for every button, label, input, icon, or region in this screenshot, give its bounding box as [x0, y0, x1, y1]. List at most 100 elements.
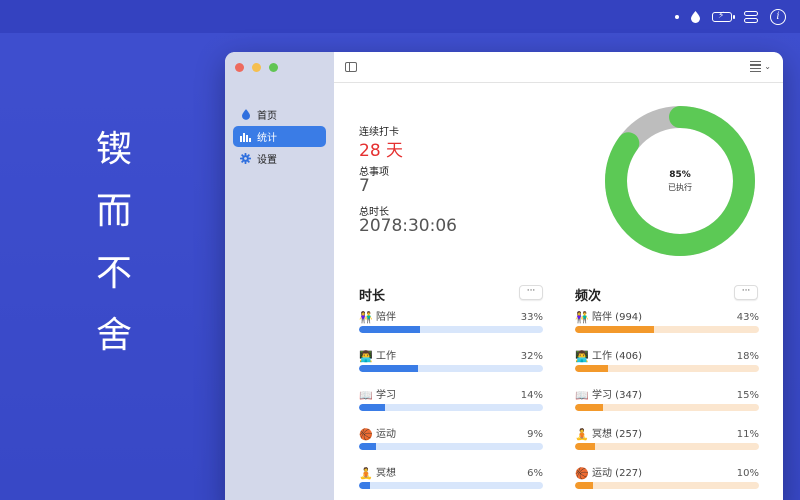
row-label: 陪伴 (994) [592, 312, 643, 323]
book-icon: 📖 [359, 389, 373, 402]
row-percent: 9% [527, 429, 543, 440]
couple-icon: 👫 [575, 311, 589, 324]
drop-icon [240, 109, 251, 120]
list-item[interactable]: 🏀 运动 9% [359, 428, 543, 467]
sidebar: 首页 统计 设置 [225, 52, 334, 500]
list-item[interactable]: 👨‍💻 工作 (406) 18% [575, 350, 759, 389]
duration-more-button[interactable]: ··· [519, 285, 543, 300]
row-percent: 18% [736, 351, 759, 362]
app-window: 首页 统计 设置 ⌄ 连续打卡 28 天 总事项 7 总时长 2078:30:0… [225, 52, 783, 500]
progress-bar [359, 365, 543, 372]
progress-bar [359, 404, 543, 411]
duration-value: 2078:30:06 [359, 216, 457, 236]
progress-fill [359, 326, 420, 333]
progress-fill [359, 443, 376, 450]
zoom-button[interactable] [269, 63, 278, 72]
row-percent: 14% [520, 390, 543, 401]
progress-fill [575, 443, 596, 450]
close-button[interactable] [235, 63, 244, 72]
view-options-button[interactable]: ⌄ [750, 61, 771, 73]
frequency-list: 👫 陪伴 (994) 43% 👨‍💻 工作 (406) 18% 📖 学习 (34… [575, 311, 759, 500]
progress-fill [575, 326, 655, 333]
progress-bar [575, 482, 759, 489]
sidebar-nav: 首页 统计 设置 [233, 104, 326, 170]
list-item[interactable]: 👨‍💻 工作 32% [359, 350, 543, 389]
technologist-icon: 👨‍💻 [575, 350, 589, 363]
duration-list: 👫 陪伴 33% 👨‍💻 工作 32% 📖 学习 14% 🏀 运动 9% [359, 311, 543, 500]
row-percent: 33% [520, 312, 543, 323]
meditation-icon: 🧘 [575, 428, 589, 441]
sidebar-item-home[interactable]: 首页 [233, 104, 326, 125]
progress-fill [575, 404, 603, 411]
couple-icon: 👫 [359, 311, 373, 324]
list-item[interactable]: 🏀 运动 (227) 10% [575, 467, 759, 500]
items-value: 7 [359, 176, 370, 196]
minimize-button[interactable] [252, 63, 261, 72]
progress-bar [359, 443, 543, 450]
basketball-icon: 🏀 [575, 467, 589, 480]
window-controls [235, 63, 278, 72]
sidebar-item-label: 设置 [257, 155, 277, 166]
duration-section-title: 时长 [359, 289, 386, 304]
technologist-icon: 👨‍💻 [359, 350, 373, 363]
list-item[interactable]: 📖 学习 (347) 15% [575, 389, 759, 428]
frequency-section-title: 频次 [575, 289, 602, 304]
list-icon [750, 61, 762, 73]
progress-bar [575, 365, 759, 372]
row-label: 陪伴 [376, 312, 396, 323]
drop-icon[interactable] [691, 10, 700, 23]
row-percent: 11% [736, 429, 759, 440]
progress-fill [575, 482, 594, 489]
slogan-char: 锲 [95, 129, 132, 170]
streak-value: 28 天 [359, 141, 404, 161]
battery-icon[interactable]: ⚡ [712, 11, 735, 22]
progress-bar [359, 326, 543, 333]
status-dot-icon[interactable] [675, 14, 679, 19]
chevron-down-icon: ⌄ [764, 62, 771, 72]
row-percent: 10% [736, 468, 759, 479]
sidebar-item-label: 首页 [257, 111, 277, 122]
progress-fill [359, 404, 385, 411]
completion-donut: 85% 已执行 [602, 103, 758, 259]
row-percent: 32% [520, 351, 543, 362]
menu-bar: ⚡ i [0, 0, 800, 33]
row-label: 冥想 [376, 468, 396, 479]
list-item[interactable]: 👫 陪伴 (994) 43% [575, 311, 759, 350]
row-label: 冥想 (257) [592, 429, 643, 440]
row-percent: 15% [736, 390, 759, 401]
row-label: 运动 [376, 429, 396, 440]
frequency-more-button[interactable]: ··· [734, 285, 758, 300]
book-icon: 📖 [575, 389, 589, 402]
gear-icon [240, 153, 251, 164]
row-percent: 43% [736, 312, 759, 323]
control-center-icon[interactable] [744, 10, 758, 23]
row-label: 工作 (406) [592, 351, 643, 362]
row-percent: 6% [527, 468, 543, 479]
list-item[interactable]: 👫 陪伴 33% [359, 311, 543, 350]
progress-fill [359, 365, 418, 372]
progress-bar [359, 482, 543, 489]
donut-label: 已执行 [668, 182, 692, 192]
progress-bar [575, 404, 759, 411]
info-icon[interactable]: i [770, 8, 786, 25]
list-item[interactable]: 🧘 冥想 6% [359, 467, 543, 500]
sidebar-toggle-icon[interactable] [345, 62, 357, 72]
progress-fill [575, 365, 609, 372]
progress-bar [575, 326, 759, 333]
list-item[interactable]: 📖 学习 14% [359, 389, 543, 428]
list-item[interactable]: 🧘 冥想 (257) 11% [575, 428, 759, 467]
toolbar: ⌄ [334, 52, 783, 83]
progress-fill [359, 482, 371, 489]
row-label: 学习 (347) [592, 390, 643, 401]
sidebar-item-settings[interactable]: 设置 [233, 148, 326, 169]
chart-icon [240, 131, 251, 142]
main-content: ⌄ 连续打卡 28 天 总事项 7 总时长 2078:30:06 85% 已执行… [334, 52, 783, 500]
sidebar-item-label: 统计 [257, 133, 277, 144]
row-label: 学习 [376, 390, 396, 401]
slogan-char: 舍 [95, 315, 132, 356]
row-label: 运动 (227) [592, 468, 643, 479]
progress-bar [575, 443, 759, 450]
slogan-char: 而 [95, 191, 132, 232]
slogan-char: 不 [95, 253, 132, 294]
sidebar-item-stats[interactable]: 统计 [233, 126, 326, 147]
